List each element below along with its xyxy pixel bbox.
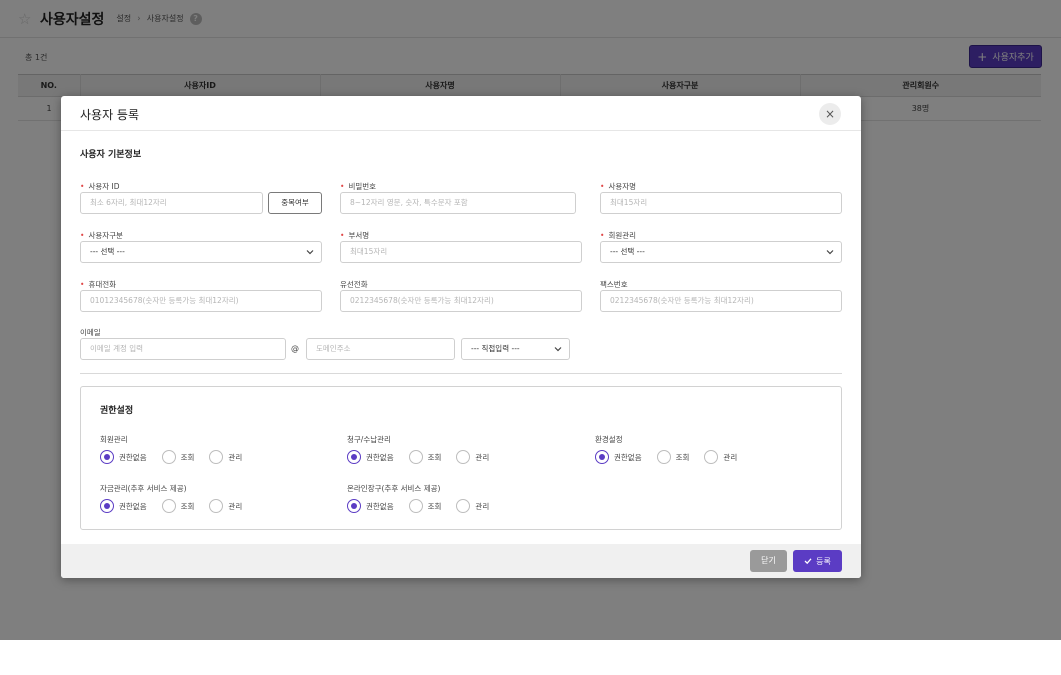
mobile-label: • 휴대전화 (80, 280, 117, 289)
submit-button[interactable]: 등록 (793, 550, 842, 572)
radio-empty-icon (161, 450, 176, 464)
radio-option-manage[interactable]: 관리 (456, 450, 489, 464)
close-button[interactable]: 닫기 (750, 550, 787, 572)
close-icon[interactable]: × (819, 103, 841, 125)
radio-option-view[interactable]: 조회 (408, 450, 441, 464)
radio-option-manage[interactable]: 관리 (456, 499, 489, 513)
fax-input[interactable]: 0212345678(숫자만 등록가능 최대12자리) (600, 290, 842, 312)
email-account-input[interactable]: 이메일 계정 입력 (80, 338, 286, 360)
landline-label: 유선전화 (340, 280, 368, 289)
radio-selected-icon (347, 450, 361, 464)
radio-option-manage[interactable]: 관리 (209, 499, 242, 513)
radio-group: 권한없음 조회 관리 (595, 450, 752, 464)
department-label: • 부서명 (340, 231, 370, 240)
permission-group-online: 온라인장구(추후 서비스 제공) 권한없음 조회 관리 (347, 483, 504, 513)
duplicate-check-button[interactable]: 중복여부 (268, 192, 322, 214)
permissions-panel: 권한설정 회원관리 권한없음 조회 관리 청구/수납관리 권한없음 조회 관리 … (80, 386, 842, 530)
user-id-label: • 사용자 ID (80, 182, 120, 191)
required-marker: • (600, 231, 605, 240)
password-label: • 비밀번호 (340, 182, 377, 191)
radio-option-none[interactable]: 권한없음 (100, 499, 147, 513)
chevron-down-icon (826, 250, 834, 255)
radio-group: 권한없음 조회 관리 (100, 499, 257, 513)
modal-title: 사용자 등록 (80, 108, 140, 122)
radio-option-none[interactable]: 권한없음 (100, 450, 147, 464)
required-marker: • (80, 182, 85, 191)
radio-empty-icon (408, 450, 423, 464)
check-icon (804, 558, 812, 565)
department-input[interactable]: 최대15자리 (340, 241, 582, 263)
permission-group-name: 온라인장구(추후 서비스 제공) (347, 484, 441, 493)
permission-group-billing: 청구/수납관리 권한없음 조회 관리 (347, 434, 504, 464)
email-label: 이메일 (80, 328, 101, 337)
radio-option-view[interactable]: 조회 (408, 499, 441, 513)
permission-group-member-mgmt: 회원관리 권한없음 조회 관리 (100, 434, 257, 464)
radio-option-none[interactable]: 권한없음 (595, 450, 642, 464)
user-type-select-value: --- 선택 --- (90, 247, 125, 256)
email-at-sign: @ (291, 344, 299, 353)
member-mgmt-select-value: --- 선택 --- (610, 247, 645, 256)
radio-empty-icon (456, 499, 471, 513)
fax-label: 팩스번호 (600, 280, 628, 289)
required-marker: • (80, 231, 85, 240)
radio-empty-icon (704, 450, 719, 464)
radio-option-none[interactable]: 권한없음 (347, 499, 394, 513)
radio-option-view[interactable]: 조회 (656, 450, 689, 464)
section-title-basic-info: 사용자 기본정보 (80, 150, 142, 160)
user-name-input[interactable]: 최대15자리 (600, 192, 842, 214)
radio-option-view[interactable]: 조회 (161, 450, 194, 464)
permission-group-name: 회원관리 (100, 435, 128, 444)
permission-group-name: 자금관리(추후 서비스 제공) (100, 484, 187, 493)
radio-empty-icon (161, 499, 176, 513)
permission-group-name: 환경설정 (595, 435, 623, 444)
radio-group: 권한없음 조회 관리 (100, 450, 257, 464)
chevron-down-icon (554, 347, 562, 352)
radio-option-none[interactable]: 권한없음 (347, 450, 394, 464)
required-marker: • (340, 231, 345, 240)
radio-group: 권한없음 조회 관리 (347, 499, 504, 513)
member-mgmt-label: • 회원관리 (600, 231, 637, 240)
radio-option-manage[interactable]: 관리 (209, 450, 242, 464)
modal-header: 사용자 등록 × (61, 96, 861, 131)
user-type-label: • 사용자구분 (80, 231, 123, 240)
user-register-modal: 사용자 등록 × 사용자 기본정보 • 사용자 ID 최소 6자리, 최대12자리… (61, 96, 861, 578)
permission-group-name: 청구/수납관리 (347, 435, 391, 444)
radio-selected-icon (347, 499, 361, 513)
radio-empty-icon (456, 450, 471, 464)
radio-empty-icon (209, 450, 224, 464)
radio-selected-icon (100, 499, 114, 513)
section-divider (80, 373, 842, 374)
user-name-label: • 사용자명 (600, 182, 637, 191)
radio-option-view[interactable]: 조회 (161, 499, 194, 513)
required-marker: • (600, 182, 605, 191)
modal-footer: 닫기 등록 (61, 544, 861, 578)
email-domain-select-value: --- 직접입력 --- (471, 344, 520, 353)
submit-label: 등록 (816, 556, 831, 566)
radio-group: 권한없음 조회 관리 (347, 450, 504, 464)
mobile-input[interactable]: 01012345678(숫자만 등록가능 최대12자리) (80, 290, 322, 312)
radio-empty-icon (408, 499, 423, 513)
radio-empty-icon (209, 499, 224, 513)
permissions-title: 권한설정 (100, 406, 134, 416)
radio-selected-icon (595, 450, 609, 464)
chevron-down-icon (306, 250, 314, 255)
radio-option-manage[interactable]: 관리 (704, 450, 737, 464)
permission-group-environment: 환경설정 권한없음 조회 관리 (595, 434, 752, 464)
required-marker: • (340, 182, 345, 191)
user-id-input[interactable]: 최소 6자리, 최대12자리 (80, 192, 263, 214)
radio-selected-icon (100, 450, 114, 464)
radio-empty-icon (656, 450, 671, 464)
email-domain-select[interactable]: --- 직접입력 --- (461, 338, 570, 360)
email-domain-input[interactable]: 도메인주소 (306, 338, 455, 360)
member-mgmt-select[interactable]: --- 선택 --- (600, 241, 842, 263)
required-marker: • (80, 280, 85, 289)
password-input[interactable]: 8~12자리 영문, 숫자, 특수문자 포함 (340, 192, 576, 214)
user-type-select[interactable]: --- 선택 --- (80, 241, 322, 263)
permission-group-funds: 자금관리(추후 서비스 제공) 권한없음 조회 관리 (100, 483, 257, 513)
landline-input[interactable]: 0212345678(숫자만 등록가능 최대12자리) (340, 290, 582, 312)
